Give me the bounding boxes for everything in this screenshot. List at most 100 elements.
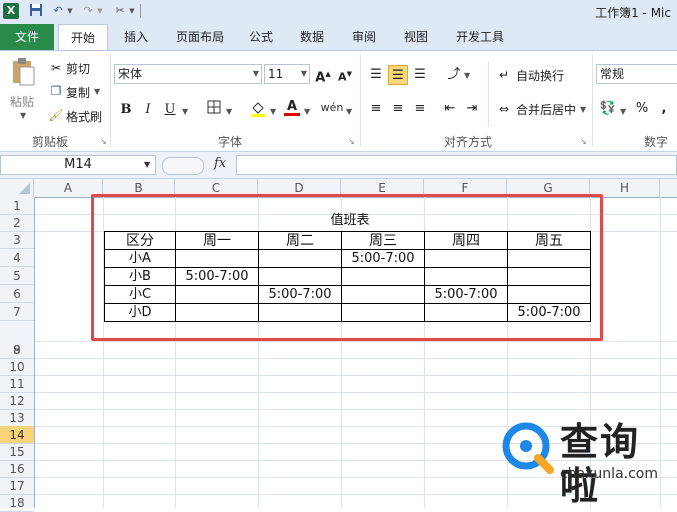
row-header-12[interactable]: 12 (0, 392, 34, 410)
font-color-icon[interactable]: A (282, 97, 302, 117)
name-box[interactable]: M14 (0, 155, 156, 175)
phonetic-dropdown-icon[interactable]: ▼ (346, 107, 352, 116)
row-header-11[interactable]: 11 (0, 375, 34, 393)
align-center-icon[interactable]: ≡ (388, 99, 408, 119)
wrap-text-button[interactable]: 自动换行 (516, 67, 564, 84)
row-header-3[interactable]: 3 (0, 231, 34, 249)
increase-indent-icon[interactable]: ⇥ (462, 99, 482, 119)
grow-font-icon[interactable]: A▲ (313, 64, 333, 85)
save-icon[interactable] (28, 3, 44, 19)
tab-developer[interactable]: 开发工具 (450, 24, 510, 50)
row-header-10[interactable]: 10 (0, 358, 34, 376)
currency-format-icon[interactable]: 💱 (598, 99, 618, 119)
align-middle-icon[interactable]: ☰ (388, 65, 408, 85)
decrease-indent-icon[interactable]: ⇤ (440, 99, 460, 119)
row-header-17[interactable]: 17 (0, 477, 34, 495)
tab-data[interactable]: 数据 (294, 24, 330, 50)
formula-input[interactable] (236, 155, 677, 175)
paste-icon[interactable] (8, 57, 38, 89)
percent-button[interactable]: % (632, 99, 652, 119)
wrap-text-icon[interactable]: ↵ (496, 66, 512, 84)
redo-icon[interactable]: ↷ (80, 3, 96, 19)
row-header-6[interactable]: 6 (0, 285, 34, 303)
row-header-4[interactable]: 4 (0, 249, 34, 267)
row-header: 1 2 3 4 5 6 7 8 9 10 11 12 13 14 15 16 1… (0, 197, 35, 512)
customize-tool-icon[interactable]: ✂ (112, 3, 128, 19)
excel-logo-icon[interactable]: X (3, 3, 19, 19)
align-top-icon[interactable]: ☰ (366, 65, 386, 85)
copy-button[interactable]: 复制 (66, 84, 90, 101)
copy-dropdown-icon[interactable]: ▼ (94, 87, 100, 96)
merge-dropdown-icon[interactable]: ▼ (580, 105, 586, 114)
highlight-annotation-box (91, 194, 603, 341)
row-header-1[interactable]: 1 (0, 197, 34, 215)
font-color-dropdown-icon[interactable]: ▼ (304, 107, 310, 116)
tab-view[interactable]: 视图 (398, 24, 434, 50)
align-bottom-icon[interactable]: ☰ (410, 65, 430, 85)
undo-dropdown-icon[interactable]: ▼ (66, 3, 74, 19)
formula-bar: M14 ▼ fx (0, 152, 677, 179)
font-size-select[interactable]: 11 ▼ (264, 64, 310, 84)
font-launcher-icon[interactable]: ↘ (348, 137, 355, 146)
qat-separator (140, 4, 141, 18)
row-header-16[interactable]: 16 (0, 460, 34, 478)
tab-home[interactable]: 开始 (58, 24, 108, 50)
underline-dropdown-icon[interactable]: ▼ (182, 107, 188, 116)
cut-button[interactable]: 剪切 (66, 60, 90, 77)
row-header-13[interactable]: 13 (0, 409, 34, 427)
row-header-15[interactable]: 15 (0, 443, 34, 461)
customize-dropdown-icon[interactable]: ▼ (128, 3, 136, 19)
watermark-brand: 查询啦 (560, 420, 641, 508)
ribbon: 粘贴 ▼ ✂ 剪切 ❐ 复制 ▼ 🖌 格式刷 剪贴板 ↘ 宋体 ▼ 11 ▼ A… (0, 51, 677, 152)
font-name-value: 宋体 (118, 67, 143, 81)
tab-page-layout[interactable]: 页面布局 (168, 24, 232, 50)
tab-formulas[interactable]: 公式 (244, 24, 278, 50)
row-header-9[interactable]: 9 (0, 341, 34, 359)
underline-button[interactable]: U (160, 100, 180, 120)
number-format-select[interactable]: 常规 (596, 64, 677, 84)
orientation-dropdown-icon[interactable]: ▼ (464, 71, 470, 80)
row-header-2[interactable]: 2 (0, 214, 34, 232)
formula-bar-splitter[interactable] (162, 157, 204, 175)
row-header-7[interactable]: 7 (0, 303, 34, 321)
italic-button[interactable]: I (138, 100, 158, 120)
align-left-icon[interactable]: ≡ (366, 99, 386, 119)
comma-button[interactable]: , (654, 99, 674, 119)
merge-center-button[interactable]: 合并后居中 (516, 101, 576, 118)
group-separator (592, 55, 593, 147)
undo-icon[interactable]: ↶ (50, 3, 66, 19)
select-all-corner[interactable] (0, 179, 34, 197)
row-header-5[interactable]: 5 (0, 267, 34, 285)
fill-color-icon[interactable] (248, 100, 268, 120)
row-header-18[interactable]: 18 (0, 494, 34, 512)
insert-function-icon[interactable]: fx (214, 156, 226, 171)
bold-button[interactable]: B (116, 100, 136, 120)
border-dropdown-icon[interactable]: ▼ (226, 107, 232, 116)
shrink-font-icon[interactable]: A▼ (335, 64, 355, 84)
format-painter-button[interactable]: 格式刷 (66, 108, 102, 125)
phonetic-guide-icon[interactable]: wén (318, 98, 346, 118)
group-separator (110, 55, 111, 147)
redo-dropdown-icon[interactable]: ▼ (96, 3, 104, 19)
number-format-value: 常规 (600, 67, 625, 81)
format-painter-icon[interactable]: 🖌 (48, 106, 64, 124)
copy-icon[interactable]: ❐ (48, 82, 64, 100)
border-icon[interactable] (204, 100, 224, 120)
tab-review[interactable]: 审阅 (346, 24, 382, 50)
merge-center-icon[interactable]: ⇔ (496, 100, 512, 118)
row-header-14[interactable]: 14 (0, 426, 34, 444)
paste-dropdown-icon[interactable]: ▼ (20, 111, 26, 120)
currency-dropdown-icon[interactable]: ▼ (620, 107, 626, 116)
name-box-dropdown-icon[interactable]: ▼ (144, 160, 150, 169)
alignment-launcher-icon[interactable]: ↘ (580, 137, 587, 146)
fill-color-dropdown-icon[interactable]: ▼ (270, 107, 276, 116)
font-group-label: 字体 (217, 135, 242, 149)
paste-button[interactable]: 粘贴 (10, 93, 34, 110)
tab-insert[interactable]: 插入 (116, 24, 156, 50)
cut-icon[interactable]: ✂ (48, 59, 64, 77)
clipboard-launcher-icon[interactable]: ↘ (100, 137, 107, 146)
align-right-icon[interactable]: ≡ (410, 99, 430, 119)
text-orientation-icon[interactable]: ⤴ (444, 65, 464, 85)
font-name-select[interactable]: 宋体 ▼ (114, 64, 262, 84)
tab-file[interactable]: 文件 (0, 24, 54, 50)
